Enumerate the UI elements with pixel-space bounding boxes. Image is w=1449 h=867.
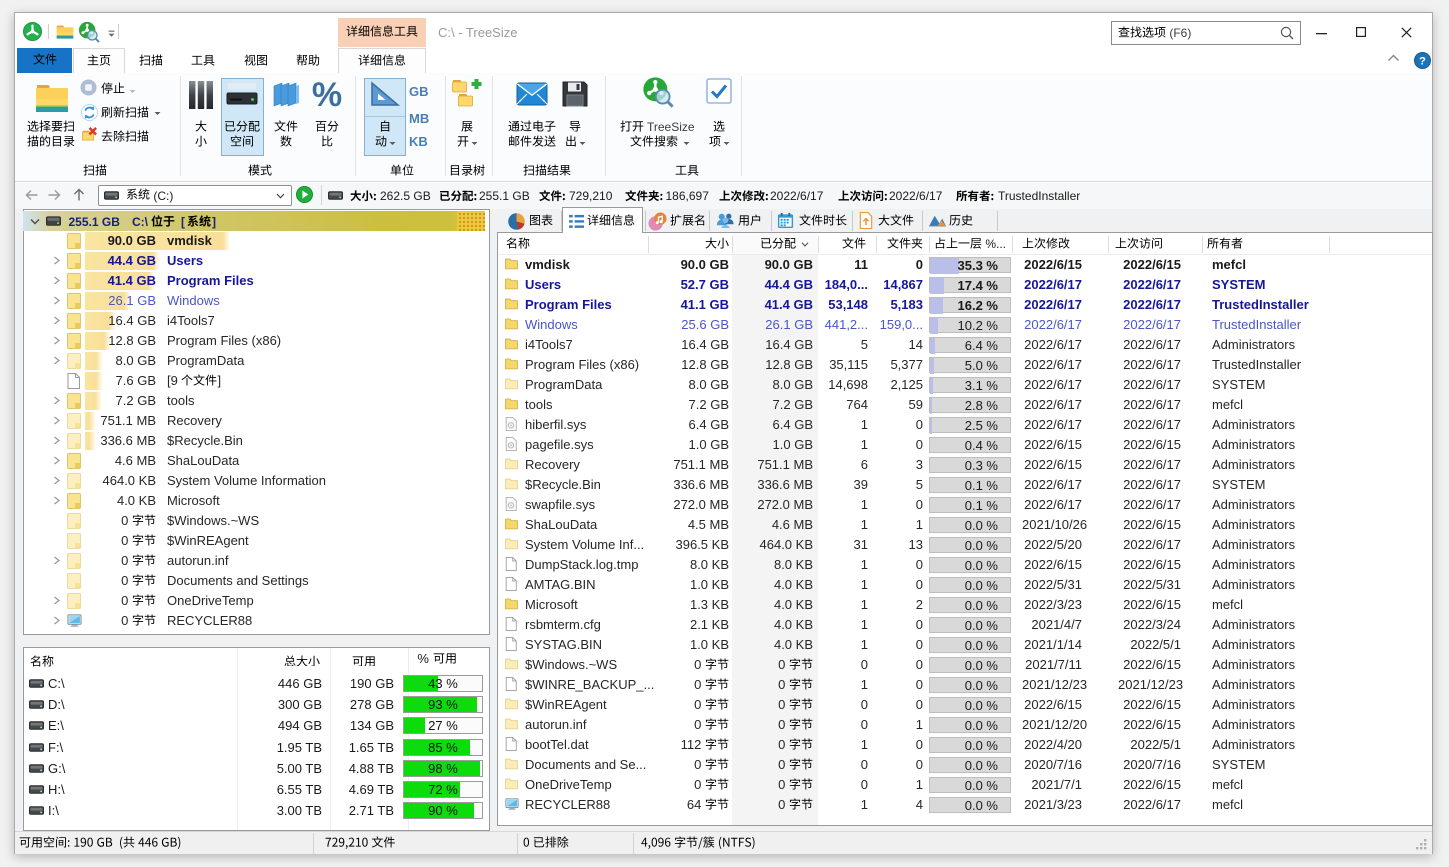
svg-text:%: %: [312, 80, 342, 110]
svg-text:?: ?: [1419, 55, 1426, 67]
